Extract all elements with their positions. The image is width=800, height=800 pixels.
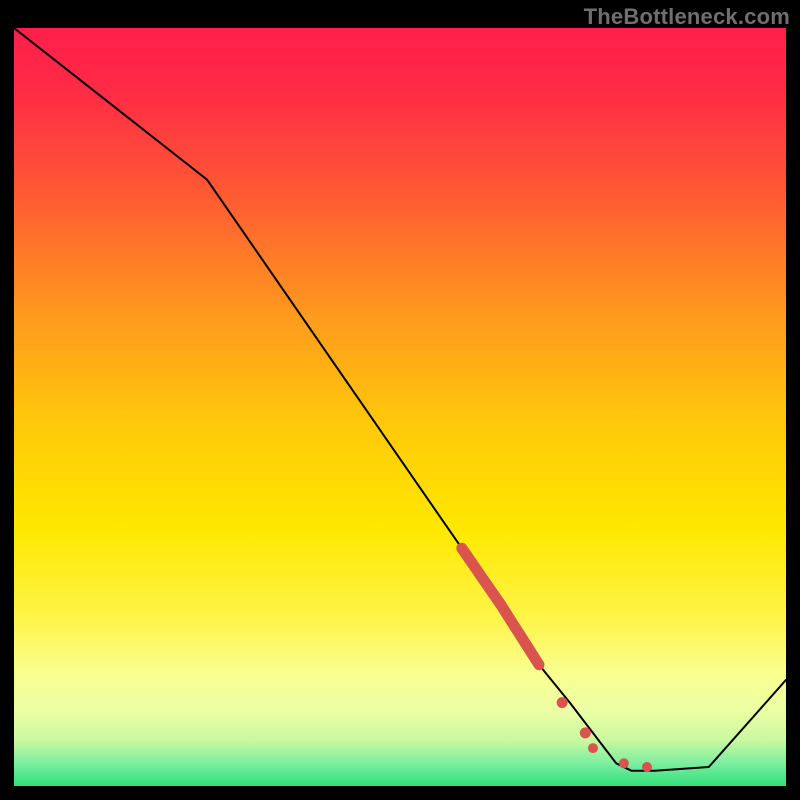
gradient-background bbox=[14, 28, 786, 786]
watermark-label: TheBottleneck.com bbox=[584, 4, 790, 30]
highlight-dot bbox=[580, 727, 591, 738]
chart-frame: TheBottleneck.com bbox=[0, 0, 800, 800]
highlight-dot bbox=[642, 762, 652, 772]
chart-plot-area bbox=[14, 28, 786, 786]
highlight-dot bbox=[588, 743, 598, 753]
highlight-dot bbox=[557, 697, 568, 708]
chart-svg bbox=[14, 28, 786, 786]
highlight-dot bbox=[619, 758, 629, 768]
